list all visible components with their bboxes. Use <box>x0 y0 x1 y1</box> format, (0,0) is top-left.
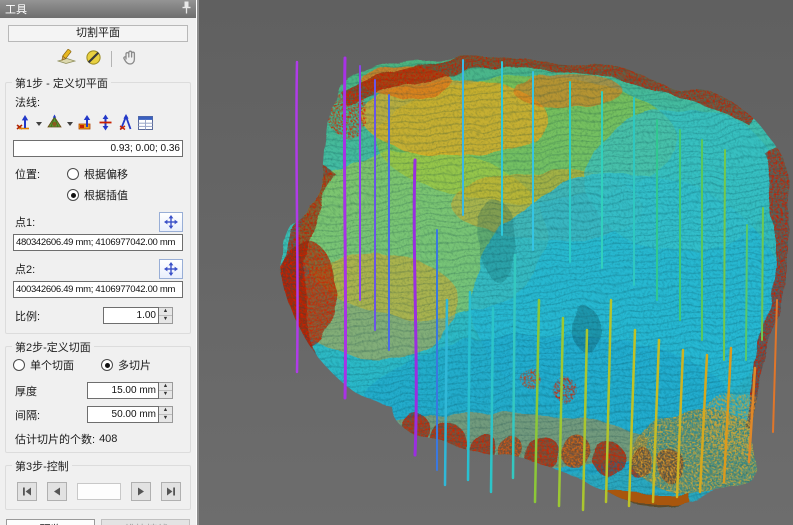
radio-multi-slices[interactable]: 多切片 <box>101 357 151 373</box>
step3-group: 第3步-控制 <box>5 465 191 510</box>
normal-label: 法线: <box>15 94 183 110</box>
panel-edge-highlight <box>197 0 199 525</box>
radio-by-offset-circle[interactable] <box>67 168 79 180</box>
point1-value-input[interactable] <box>13 234 183 251</box>
point1-label: 点1: <box>15 214 35 230</box>
pick-point2-button[interactable] <box>159 259 183 279</box>
panel-titlebar: 工具 <box>0 0 196 18</box>
slice-index-input[interactable] <box>77 483 121 500</box>
viewport-3d[interactable] <box>197 0 793 525</box>
slice-estimate-value: 408 <box>99 433 117 445</box>
normal-icons-row <box>15 114 183 134</box>
interval-input[interactable] <box>87 406 159 423</box>
dropdown-caret-icon[interactable] <box>36 122 42 126</box>
next-slice-button[interactable] <box>131 482 151 501</box>
first-slice-button[interactable] <box>17 482 37 501</box>
radio-by-offset[interactable]: 根据偏移 <box>67 166 128 182</box>
toolbar-separator <box>111 51 112 67</box>
tools-panel: 工具 切割平面 第1步 - 定义切平面 法线: <box>0 0 197 525</box>
step1-group: 第1步 - 定义切平面 法线: <box>5 82 191 334</box>
pick-point1-button[interactable] <box>159 212 183 232</box>
step1-label: 第1步 - 定义切平面 <box>12 75 111 91</box>
radio-single-section-circle[interactable] <box>13 359 25 371</box>
dropdown-caret-icon[interactable] <box>67 122 73 126</box>
interval-label: 间隔: <box>15 407 87 423</box>
pin-icon[interactable] <box>182 1 191 17</box>
radio-by-interpolation[interactable]: 根据插值 <box>67 187 128 203</box>
spin-up-icon[interactable]: ▲ <box>159 383 172 391</box>
spin-up-icon[interactable]: ▲ <box>159 407 172 415</box>
dialog-toolbar <box>0 48 196 70</box>
last-slice-button[interactable] <box>161 482 181 501</box>
app-window: { "panel": { "title": "工具", "header": "切… <box>0 0 793 525</box>
step3-label: 第3步-控制 <box>12 458 72 474</box>
spin-up-icon[interactable]: ▲ <box>159 308 172 316</box>
interval-spinner[interactable]: ▲▼ <box>159 406 173 423</box>
radio-single-section-label: 单个切面 <box>30 357 74 373</box>
thickness-input[interactable] <box>87 382 159 399</box>
radio-single-section[interactable]: 单个切面 <box>13 357 101 373</box>
spin-down-icon[interactable]: ▼ <box>159 415 172 422</box>
step2-group: 第2步-定义切面 单个切面 多切片 厚度 ▲▼ 间隔: ▲▼ 估计切片的个数: … <box>5 346 191 453</box>
scale-label: 比例: <box>15 308 103 324</box>
radio-multi-slices-label: 多切片 <box>118 357 151 373</box>
panel-title: 工具 <box>5 1 182 17</box>
slice-estimate-label: 估计切片的个数: <box>15 431 95 447</box>
thickness-label: 厚度 <box>15 383 87 399</box>
position-label: 位置: <box>15 166 67 182</box>
slice-transport-controls <box>17 482 181 501</box>
normal-from-axis-icon[interactable] <box>15 114 32 134</box>
normal-value-input[interactable] <box>13 140 183 157</box>
normal-from-view-icon[interactable] <box>46 114 63 134</box>
radio-by-interpolation-circle[interactable] <box>67 189 79 201</box>
point2-label: 点2: <box>15 261 35 277</box>
disable-plane-icon[interactable] <box>85 49 102 69</box>
thickness-spinner[interactable]: ▲▼ <box>159 382 173 399</box>
normal-vertical-icon[interactable] <box>97 114 114 134</box>
previous-slice-button[interactable] <box>47 482 67 501</box>
preview-button[interactable]: 预览 <box>6 519 95 525</box>
coordinates-table-icon[interactable] <box>137 115 154 134</box>
radio-by-interpolation-label: 根据插值 <box>84 187 128 203</box>
radio-by-offset-label: 根据偏移 <box>84 166 128 182</box>
step2-label: 第2步-定义切面 <box>12 339 94 355</box>
spin-down-icon[interactable]: ▼ <box>159 316 172 323</box>
point2-value-input[interactable] <box>13 281 183 298</box>
grab-plane-icon[interactable] <box>121 49 139 69</box>
scale-spinner[interactable]: ▲▼ <box>159 307 173 324</box>
shortcut-2d-button[interactable]: 二维快捷线... <box>101 519 190 525</box>
normal-invert-icon[interactable] <box>77 114 94 134</box>
scale-input[interactable] <box>103 307 159 324</box>
normal-align-icon[interactable] <box>117 114 134 134</box>
dialog-header: 切割平面 <box>8 25 188 42</box>
edit-plane-icon[interactable] <box>57 49 76 69</box>
radio-multi-slices-circle[interactable] <box>101 359 113 371</box>
spin-down-icon[interactable]: ▼ <box>159 391 172 398</box>
point-cloud-scene <box>197 0 793 525</box>
